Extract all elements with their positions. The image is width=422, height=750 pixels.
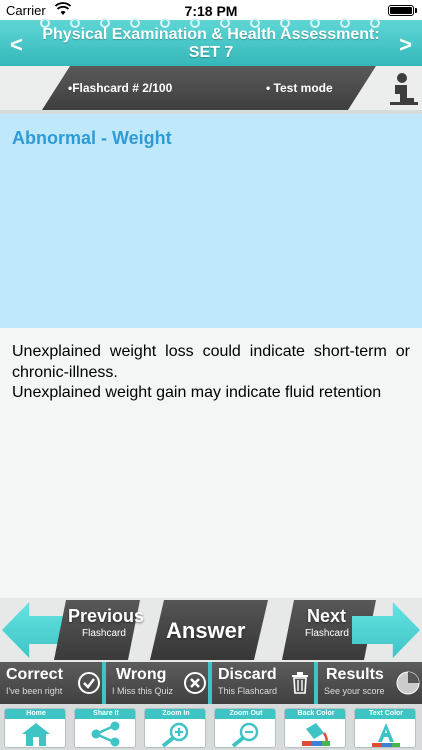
wrong-button[interactable]: Wrong I Miss this Quiz — [106, 662, 208, 704]
trash-icon — [292, 672, 308, 694]
wrong-sub-label: I Miss this Quiz — [112, 686, 174, 696]
answer-line: Unexplained weight gain may indicate flu… — [12, 384, 382, 401]
answer-label: Answer — [166, 618, 246, 643]
pie-chart-icon — [396, 671, 420, 695]
share-icon — [91, 721, 120, 747]
cross-icon — [184, 672, 206, 694]
text-color-button[interactable]: Text Color — [354, 708, 416, 748]
next-sub-label: Flashcard — [305, 628, 349, 639]
next-set-button[interactable]: > — [399, 32, 412, 58]
text-color-label: Text Color — [355, 709, 415, 719]
previous-sub-label: Flashcard — [82, 628, 126, 639]
discard-sub-label: This Flashcard — [218, 686, 278, 696]
clock: 7:18 PM — [184, 3, 238, 19]
correct-button[interactable]: Correct I've been right — [0, 662, 102, 704]
zoom-out-icon — [231, 722, 259, 747]
discard-label: Discard — [218, 666, 277, 683]
back-color-label: Back Color — [285, 709, 345, 719]
answer-line: Unexplained weight loss could indicate s… — [12, 343, 410, 381]
home-label: Home — [5, 709, 65, 719]
page-title: Physical Examination & Health Assessment… — [42, 26, 380, 61]
info-strip: •Flashcard # 2/100 • Test mode — [0, 66, 422, 110]
check-icon — [78, 672, 100, 694]
flashcard-counter: •Flashcard # 2/100 — [68, 81, 173, 95]
results-button[interactable]: Results See your score — [318, 662, 422, 704]
card-navigation: Previous Flashcard Answer Next Flashcard — [0, 598, 422, 662]
discard-button[interactable]: Discard This Flashcard — [212, 662, 314, 704]
correct-sub-label: I've been right — [6, 686, 63, 696]
share-button[interactable]: Share It — [74, 708, 136, 748]
home-icon — [22, 723, 50, 746]
title-bar: < Physical Examination & Health Assessme… — [0, 18, 422, 66]
zoom-in-label: Zoom In — [145, 709, 205, 719]
results-sub-label: See your score — [324, 686, 385, 696]
bottom-toolbar: Home Share It Zoom In Zoom Out Back Colo… — [0, 704, 422, 750]
back-color-button[interactable]: Back Color — [284, 708, 346, 748]
zoom-out-label: Zoom Out — [215, 709, 275, 719]
person-at-desk-icon[interactable] — [390, 72, 418, 106]
share-label: Share It — [75, 709, 135, 719]
paint-bucket-icon — [302, 723, 330, 746]
battery-icon — [388, 5, 417, 16]
zoom-out-button[interactable]: Zoom Out — [214, 708, 276, 748]
answer-actions: Correct I've been right Wrong I Miss thi… — [0, 662, 422, 704]
zoom-in-button[interactable]: Zoom In — [144, 708, 206, 748]
text-color-icon — [372, 723, 400, 747]
wrong-label: Wrong — [116, 666, 167, 683]
question-text: Abnormal - Weight — [12, 128, 172, 148]
results-label: Results — [326, 666, 384, 683]
question-panel: Abnormal - Weight — [0, 110, 422, 328]
previous-label: Previous — [68, 606, 145, 626]
zoom-in-icon — [161, 722, 189, 747]
mode-label: • Test mode — [266, 81, 333, 95]
correct-label: Correct — [6, 666, 63, 683]
previous-set-button[interactable]: < — [10, 32, 23, 58]
answer-text: Unexplained weight loss could indicate s… — [12, 342, 410, 404]
home-button[interactable]: Home — [4, 708, 66, 748]
status-bar: Carrier 7:18 PM — [0, 0, 422, 20]
answer-panel: Unexplained weight loss could indicate s… — [0, 328, 422, 598]
next-label: Next — [307, 606, 347, 626]
